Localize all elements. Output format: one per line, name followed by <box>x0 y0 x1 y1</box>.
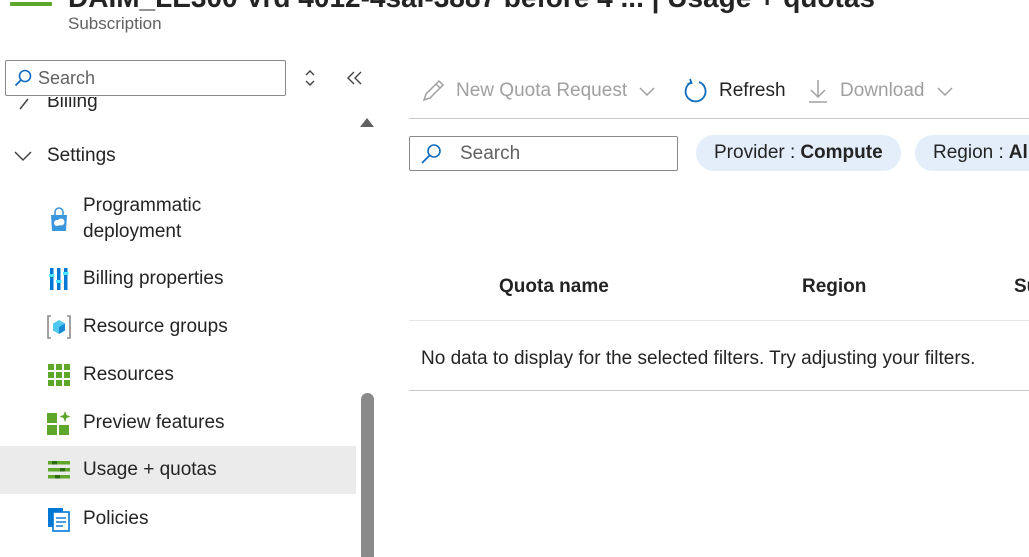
refresh-icon <box>684 78 707 102</box>
table-bottom-divider <box>409 390 1029 391</box>
sidebar-item-resources[interactable]: Resources <box>0 361 356 389</box>
scrollbar-thumb[interactable] <box>361 393 374 557</box>
scroll-up-arrow[interactable] <box>360 118 374 127</box>
sidebar-item-label: Resources <box>83 364 174 385</box>
refresh-button[interactable]: Refresh <box>682 74 786 108</box>
programmatic-deployment-icon <box>51 207 67 231</box>
sidebar-item-label: Settings <box>47 145 116 166</box>
provider-filter-pill[interactable]: Provider : Compute <box>696 135 901 171</box>
sidebar-item-usage-quotas[interactable]: Usage + quotas <box>0 446 356 494</box>
sidebar-item-label: Programmatic <box>83 195 202 216</box>
refresh-label: Refresh <box>719 80 786 101</box>
sidebar-item-label: Billing <box>47 97 98 112</box>
pencil-icon <box>422 79 445 102</box>
download-label: Download <box>840 80 925 101</box>
sidebar-nav: Billing Settings Programmatic deployment… <box>0 97 356 557</box>
sidebar-search-box[interactable] <box>5 60 286 96</box>
column-header-region[interactable]: Region <box>802 276 866 298</box>
chevron-down-icon <box>14 151 32 162</box>
download-icon <box>809 80 827 103</box>
preview-features-icon <box>47 411 71 435</box>
resources-grid-icon <box>48 364 70 386</box>
new-quota-request-label: New Quota Request <box>456 80 628 101</box>
quota-search-input[interactable] <box>460 142 660 165</box>
usage-quotas-icon <box>48 461 70 479</box>
sidebar-item-programmatic-deployment[interactable]: Programmatic deployment <box>0 193 356 245</box>
sidebar-search-input[interactable] <box>38 67 268 89</box>
sidebar-item-billing[interactable]: Billing <box>0 97 356 115</box>
sidebar-item-preview-features[interactable]: Preview features <box>0 409 356 437</box>
sidebar-item-label-line2: deployment <box>83 221 182 242</box>
column-header-quota-name[interactable]: Quota name <box>499 276 609 298</box>
subscription-icon <box>10 0 52 14</box>
sidebar-item-label: Preview features <box>83 412 225 433</box>
region-filter-pill[interactable]: Region : Al <box>915 135 1029 171</box>
collapse-sidebar-icon[interactable] <box>344 66 366 90</box>
sidebar-item-label: Resource groups <box>83 316 228 337</box>
column-header-subscription[interactable]: Su <box>1014 276 1029 298</box>
region-filter-key: Region : <box>933 142 1004 163</box>
sidebar-group-settings[interactable]: Settings <box>0 143 356 169</box>
toolbar-divider <box>409 118 1029 119</box>
provider-filter-value: Compute <box>800 142 883 163</box>
chevron-down-icon <box>936 87 953 97</box>
search-icon <box>14 69 32 87</box>
sidebar-item-label: Policies <box>83 508 149 529</box>
new-quota-request-button[interactable]: New Quota Request <box>420 74 657 108</box>
sidebar-item-label: Billing properties <box>83 268 224 289</box>
search-icon <box>421 143 441 164</box>
provider-filter-key: Provider : <box>714 142 796 163</box>
sidebar-item-policies[interactable]: Policies <box>0 505 356 533</box>
quota-search-box[interactable] <box>409 136 678 171</box>
sidebar-item-resource-groups[interactable]: Resource groups <box>0 313 356 341</box>
chevron-down-icon <box>639 87 655 97</box>
empty-table-message: No data to display for the selected filt… <box>421 348 976 369</box>
sidebar-item-label: Usage + quotas <box>83 459 217 480</box>
sidebar-item-billing-properties[interactable]: Billing properties <box>0 265 356 293</box>
billing-properties-icon <box>49 268 69 290</box>
table-header-divider <box>409 320 1029 321</box>
page-title: DAIM_LE300 Vrd 4012-4sal-3887 before 4 .… <box>68 0 875 14</box>
chevron-right-icon <box>19 98 29 110</box>
download-button[interactable]: Download <box>806 74 955 108</box>
sort-updown-icon[interactable] <box>302 66 318 90</box>
region-filter-value: Al <box>1008 142 1028 163</box>
page-subtitle: Subscription <box>68 14 162 33</box>
policies-icon <box>48 508 70 532</box>
resource-groups-icon <box>47 315 71 339</box>
